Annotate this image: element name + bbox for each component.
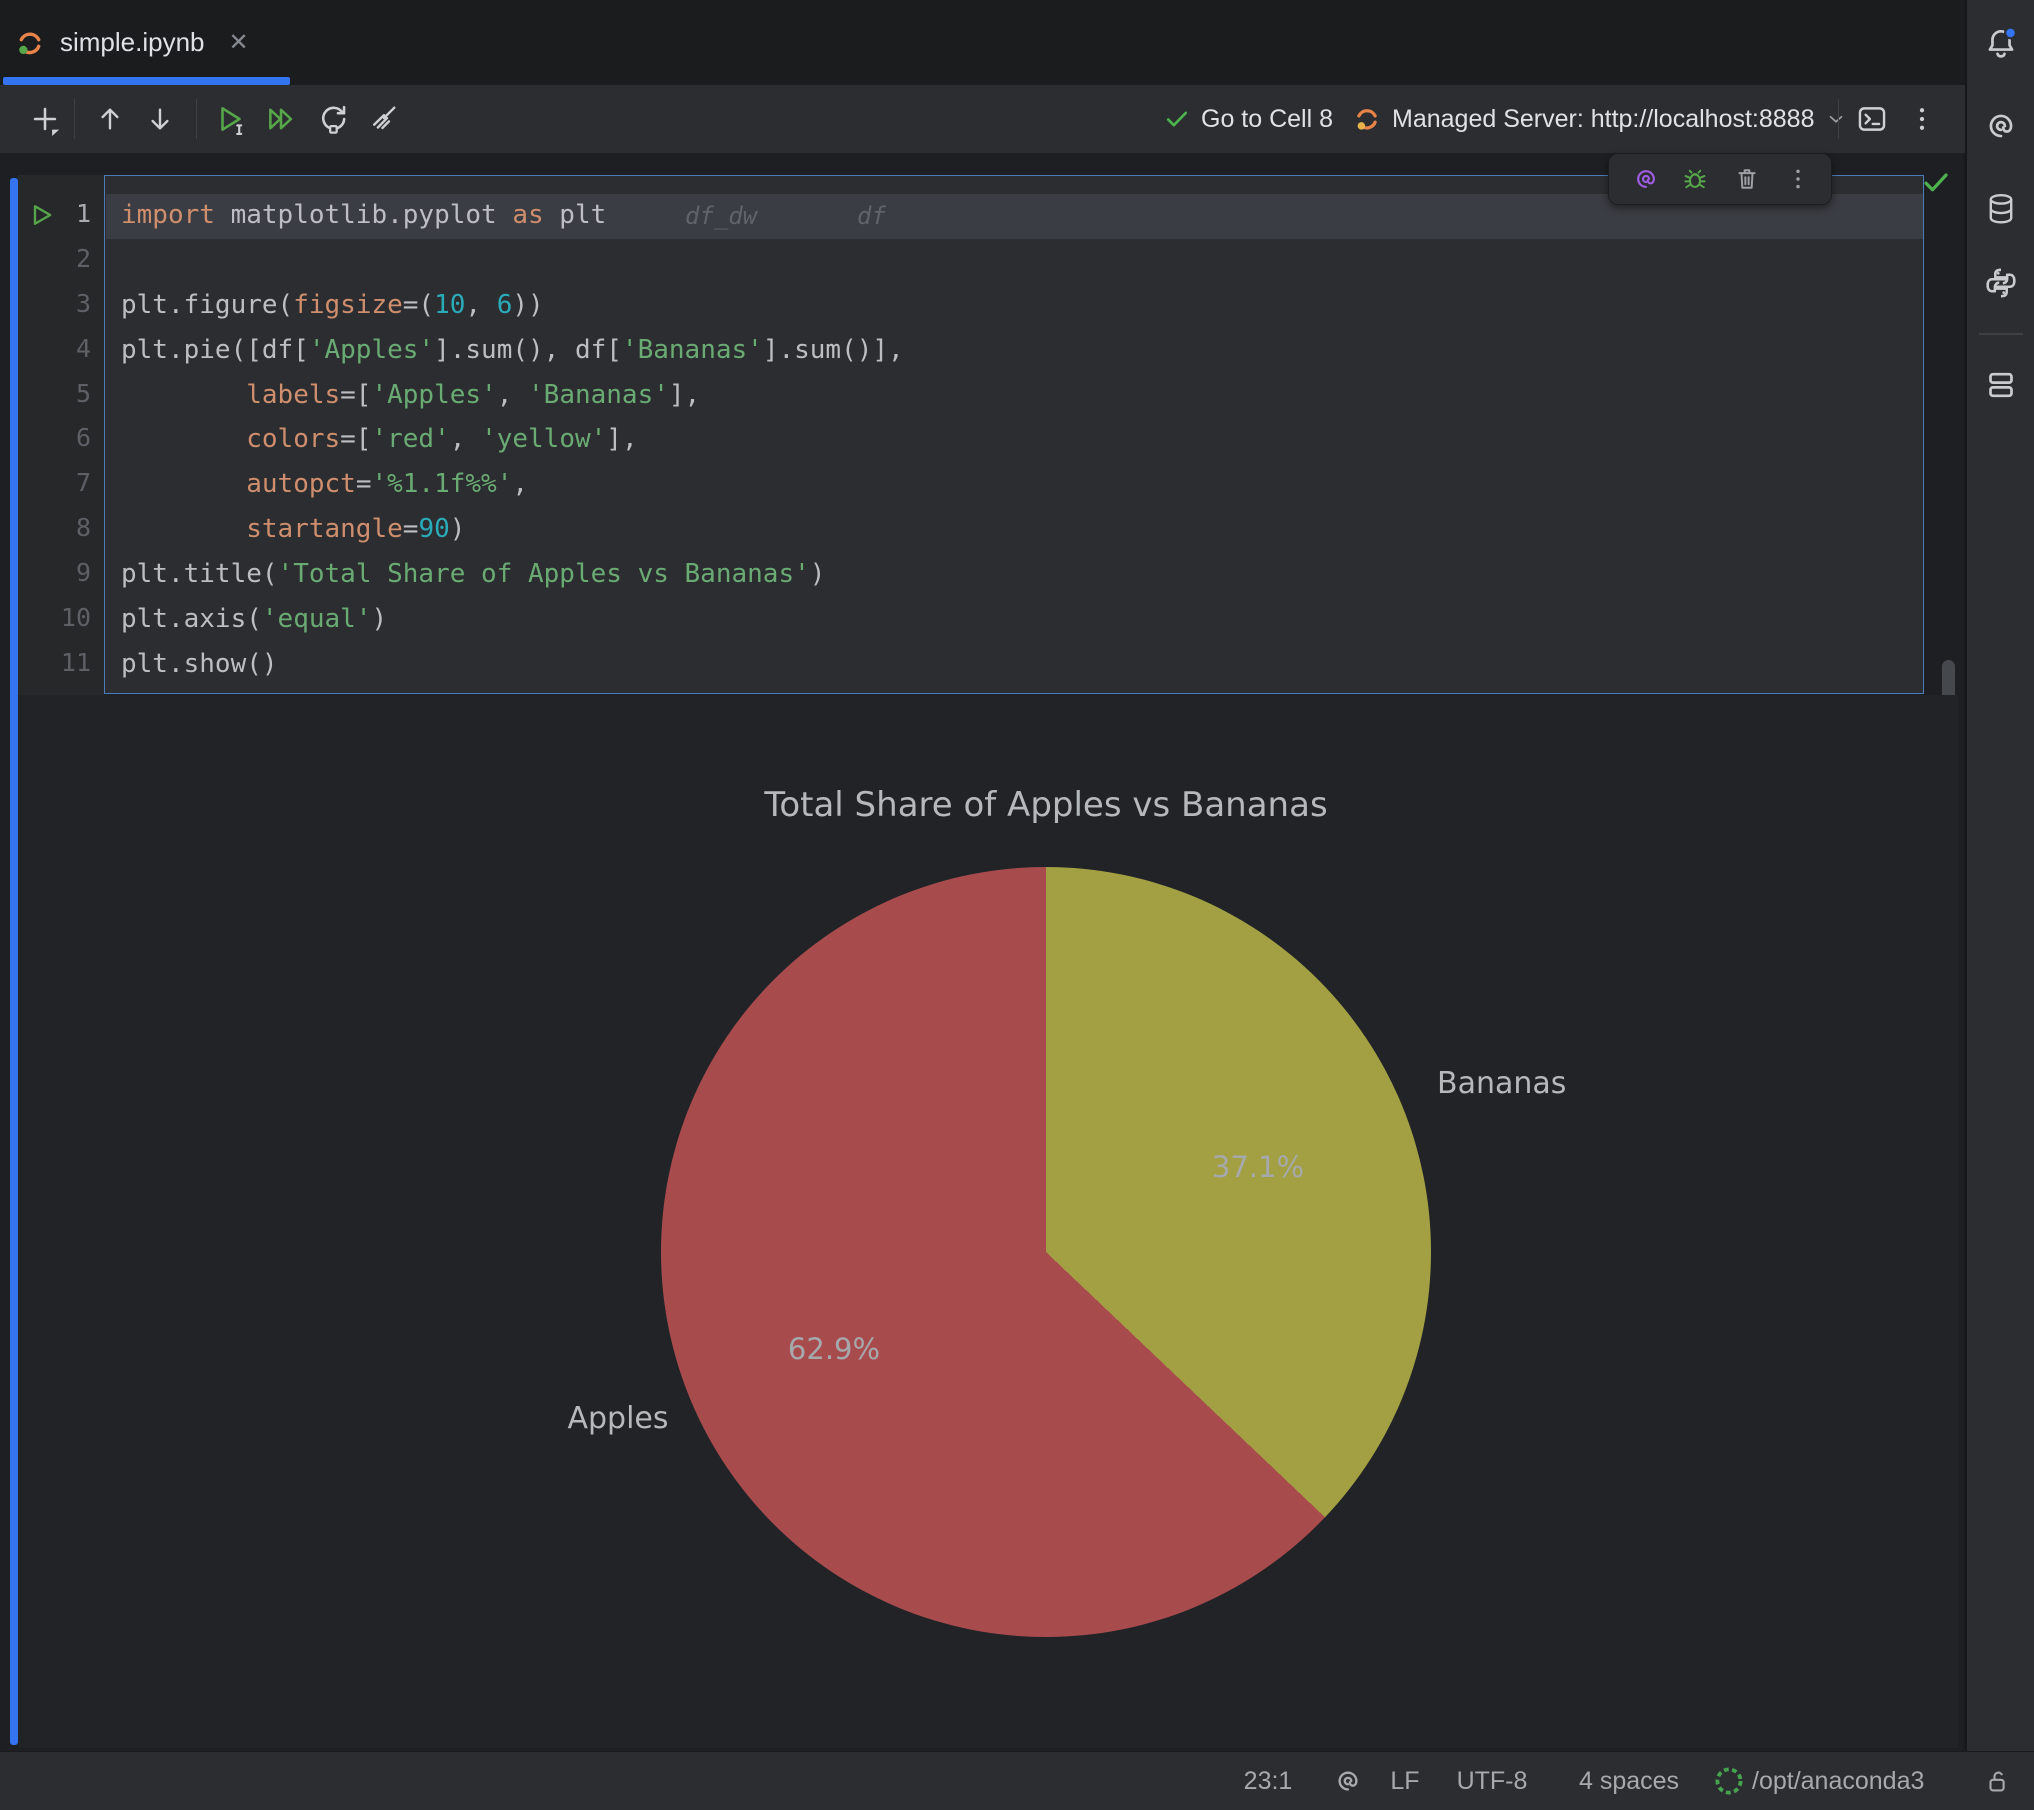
- go-to-cell-label: Go to Cell 8: [1201, 105, 1333, 134]
- tab-bar: simple.ipynb ✕: [0, 0, 1965, 85]
- toolbar-separator: [196, 99, 197, 139]
- line-number[interactable]: 5: [18, 372, 91, 417]
- pie-percent-bananas: 37.1%: [1158, 1150, 1358, 1184]
- move-cell-down-button[interactable]: [138, 85, 182, 153]
- pie-chart: [661, 867, 1431, 1637]
- code-line[interactable]: plt.show(): [121, 642, 904, 687]
- unlocked-padlock-icon[interactable]: [1983, 1752, 2013, 1810]
- toolbar-more-options-button[interactable]: [1900, 85, 1944, 153]
- line-separator-indicator[interactable]: LF: [1390, 1752, 1419, 1810]
- line-number[interactable]: 8: [18, 506, 91, 551]
- line-number[interactable]: 7: [18, 461, 91, 506]
- active-tab-indicator: [3, 77, 290, 85]
- line-number[interactable]: 10: [18, 596, 91, 641]
- tab-close-icon[interactable]: ✕: [229, 28, 249, 57]
- debug-cell-button[interactable]: [1681, 165, 1709, 193]
- chevron-down-icon: [1825, 108, 1847, 130]
- run-cell-gutter-button[interactable]: [28, 201, 56, 229]
- jupyter-notebook-icon: [14, 27, 46, 59]
- encoding-indicator[interactable]: UTF-8: [1457, 1752, 1528, 1810]
- line-number[interactable]: 6: [18, 416, 91, 461]
- line-number[interactable]: 4: [18, 327, 91, 372]
- line-number-gutter: 1234567891011: [18, 192, 91, 686]
- code-line[interactable]: autopct='%1.1f%%',: [121, 462, 904, 507]
- go-to-cell-button[interactable]: Go to Cell 8: [1163, 85, 1333, 153]
- cell-floating-toolbar: [1608, 153, 1832, 205]
- tab-simple-ipynb[interactable]: simple.ipynb ✕: [14, 0, 249, 85]
- ai-assistant-icon[interactable]: [1981, 106, 2021, 146]
- interpreter-selector[interactable]: /opt/anaconda3: [1712, 1752, 1924, 1810]
- line-number[interactable]: 3: [18, 282, 91, 327]
- selected-cell-indicator: [10, 178, 18, 1745]
- line-number[interactable]: 9: [18, 551, 91, 596]
- structure-icon[interactable]: [1981, 365, 2021, 405]
- chart-title: Total Share of Apples vs Bananas: [646, 785, 1446, 825]
- anaconda-icon: [1712, 1764, 1746, 1798]
- code-line[interactable]: startangle=90): [121, 507, 904, 552]
- code-line[interactable]: [121, 238, 904, 283]
- cell-executed-check-icon: [1921, 167, 1951, 197]
- toolbar-separator: [74, 99, 75, 139]
- database-icon[interactable]: [1981, 189, 2021, 229]
- toolbar-separator: [1838, 99, 1839, 139]
- code-line[interactable]: colors=['red', 'yellow'],: [121, 417, 904, 462]
- code-line[interactable]: plt.title('Total Share of Apples vs Bana…: [121, 552, 904, 597]
- restart-kernel-button[interactable]: [311, 85, 355, 153]
- open-in-terminal-button[interactable]: [1850, 85, 1894, 153]
- code-line[interactable]: plt.figure(figsize=(10, 6)): [121, 283, 904, 328]
- pie-label-apples: Apples: [518, 1401, 718, 1436]
- python-packages-icon[interactable]: [1981, 263, 2021, 303]
- code-line[interactable]: plt.axis('equal'): [121, 597, 904, 642]
- notifications-bell-icon[interactable]: [1981, 24, 2021, 64]
- code-cell[interactable]: import matplotlib.pyplot as plt plt.figur…: [104, 175, 1924, 694]
- clear-outputs-broom-button[interactable]: [361, 85, 405, 153]
- run-all-cells-button[interactable]: [259, 85, 303, 153]
- code-line[interactable]: labels=['Apples', 'Bananas'],: [121, 373, 904, 418]
- cell-output-panel: Total Share of Apples vs Bananas Bananas…: [18, 695, 1958, 1748]
- line-number[interactable]: 2: [18, 237, 91, 282]
- inlay-hint: df: [857, 198, 886, 234]
- ai-cell-actions-button[interactable]: [1632, 165, 1660, 193]
- server-selector[interactable]: Managed Server: http://localhost:8888: [1352, 85, 1847, 153]
- code-line[interactable]: plt.pie([df['Apples'].sum(), df['Bananas…: [121, 328, 904, 373]
- pie-label-bananas: Bananas: [1437, 1066, 1566, 1101]
- tab-title: simple.ipynb: [60, 27, 205, 58]
- check-icon: [1163, 105, 1191, 133]
- cell-more-actions-button[interactable]: [1784, 165, 1812, 193]
- notebook-toolbar: Go to Cell 8 Managed Server: http://loca…: [0, 85, 1965, 153]
- code-line[interactable]: import matplotlib.pyplot as plt: [121, 193, 904, 238]
- right-tool-strip: [1965, 0, 2034, 1751]
- line-number[interactable]: 11: [18, 641, 91, 686]
- delete-cell-button[interactable]: [1733, 165, 1761, 193]
- interpreter-path: /opt/anaconda3: [1752, 1767, 1924, 1796]
- strip-divider: [1979, 333, 2023, 335]
- add-cell-button[interactable]: [23, 85, 67, 153]
- run-cell-button[interactable]: [209, 85, 253, 153]
- move-cell-up-button[interactable]: [88, 85, 132, 153]
- indent-indicator[interactable]: 4 spaces: [1579, 1752, 1679, 1810]
- ai-status-icon[interactable]: [1333, 1752, 1363, 1810]
- inlay-hint: df_dw: [685, 198, 757, 234]
- server-label: Managed Server: http://localhost:8888: [1392, 105, 1815, 134]
- jupyter-server-icon: [1352, 104, 1382, 134]
- pie-percent-apples: 62.9%: [734, 1332, 934, 1366]
- code-content[interactable]: import matplotlib.pyplot as plt plt.figur…: [121, 193, 904, 687]
- caret-position[interactable]: 23:1: [1244, 1752, 1293, 1810]
- status-bar: 23:1 LF UTF-8 4 spaces /opt/anaconda3: [0, 1751, 2034, 1810]
